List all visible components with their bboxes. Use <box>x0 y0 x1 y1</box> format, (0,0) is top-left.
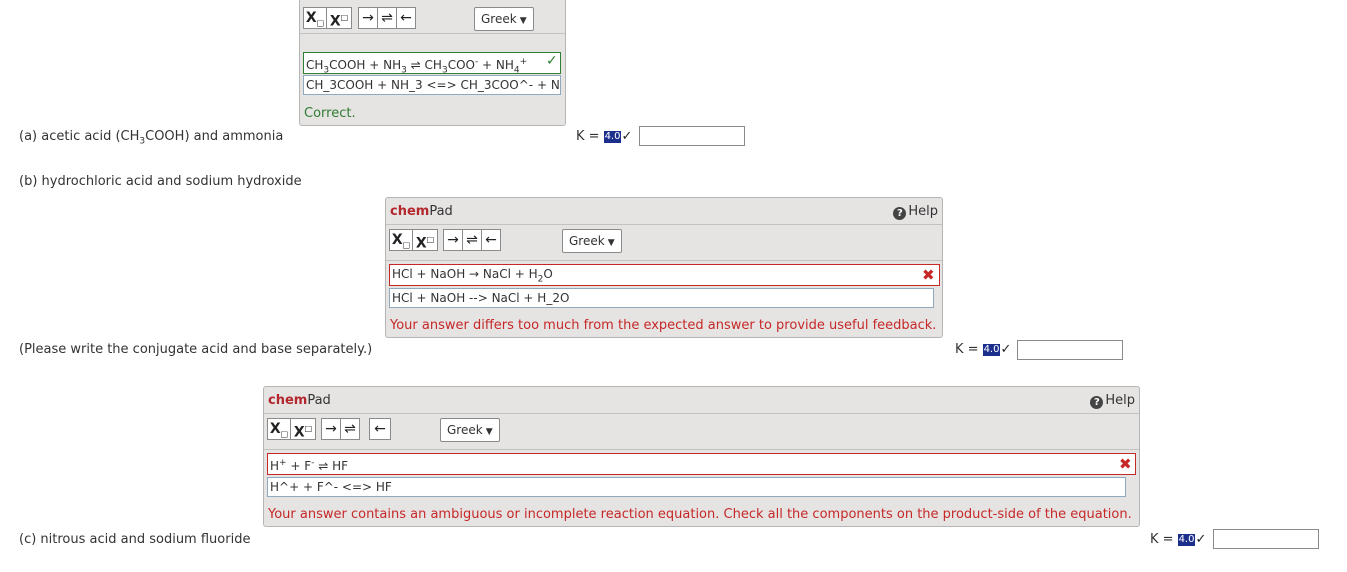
rendered-equation: H+ + F- ⇌ HF <box>267 453 1136 475</box>
chevron-down-icon: ▼ <box>607 238 615 248</box>
subscript-button[interactable]: X□ <box>267 418 291 440</box>
question-b-label: (b) hydrochloric acid and sodium hydroxi… <box>19 174 302 189</box>
feedback-message: Your answer differs too much from the ex… <box>390 318 937 333</box>
k-label-b: K = 4.0✓ <box>955 342 1012 357</box>
question-a-label: (a) acetic acid (CH3COOH) and ammonia <box>19 129 284 147</box>
help-icon: ? <box>1090 396 1104 409</box>
chempad-a-toolbar: X□ X□ → ⇌ ← Greek ▼ <box>300 0 565 34</box>
x-icon: ✖ <box>922 266 935 284</box>
equation-text-field[interactable]: CH_3COOH + NH_3 <=> CH_3COO^- + NH <box>303 75 561 95</box>
superscript-button[interactable]: X□ <box>326 7 352 29</box>
chempad-b: chemPad ? Help X□ X□ → ⇌ ← Greek ▼ HCl + N… <box>385 197 943 338</box>
question-c-label: (c) nitrous acid and sodium fluoride <box>19 532 251 547</box>
greek-dropdown[interactable]: Greek ▼ <box>440 418 500 442</box>
arrow-right-button[interactable]: → <box>443 229 463 251</box>
check-icon: ✓ <box>1195 532 1207 547</box>
k-label-a: K = 4.0✓ <box>576 129 633 144</box>
help-link[interactable]: ? Help <box>1090 393 1135 409</box>
equation-text-field[interactable]: HCl + NaOH --> NaCl + H_2O <box>389 288 934 308</box>
chempad-b-toolbar: X□ X□ → ⇌ ← Greek ▼ <box>386 224 942 261</box>
arrow-equilibrium-button[interactable]: ⇌ <box>462 229 482 251</box>
subscript-button[interactable]: X□ <box>303 7 327 29</box>
sig-figs-badge: 4.0 <box>1177 534 1196 546</box>
chempad-c-header: chemPad ? Help <box>264 387 1139 414</box>
superscript-button[interactable]: X□ <box>290 418 316 440</box>
k-label-c: K = 4.0✓ <box>1150 532 1207 547</box>
check-icon: ✓ <box>546 53 558 69</box>
sig-figs-badge: 4.0 <box>982 344 1001 356</box>
arrow-equilibrium-button[interactable]: ⇌ <box>377 7 397 29</box>
question-note-label: (Please write the conjugate acid and bas… <box>19 342 373 357</box>
chempad-title: chemPad <box>268 393 331 408</box>
feedback-message: Your answer contains an ambiguous or inc… <box>268 507 1132 522</box>
k-input-b[interactable] <box>1017 340 1123 360</box>
chempad-b-header: chemPad ? Help <box>386 198 942 225</box>
chempad-a: X□ X□ → ⇌ ← Greek ▼ CH3COOH + NH3 ⇌ CH3CO… <box>299 0 566 126</box>
equation-text-field[interactable]: H^+ + F^- <=> HF <box>267 477 1126 497</box>
arrow-right-button[interactable]: → <box>358 7 378 29</box>
superscript-button[interactable]: X□ <box>412 229 438 251</box>
k-input-c[interactable] <box>1213 529 1319 549</box>
help-link[interactable]: ? Help <box>893 204 938 220</box>
rendered-equation: CH3COOH + NH3 ⇌ CH3COO- + NH4+ <box>303 52 561 74</box>
chempad-c: chemPad ? Help X□ X□ → ⇌ ← Greek ▼ H+ + F-… <box>263 386 1140 527</box>
feedback-message: Correct. <box>304 106 356 121</box>
k-input-a[interactable] <box>639 126 745 146</box>
arrow-left-button[interactable]: ← <box>369 418 391 440</box>
arrow-right-button[interactable]: → <box>321 418 341 440</box>
check-icon: ✓ <box>621 129 633 144</box>
chevron-down-icon: ▼ <box>485 427 493 437</box>
sig-figs-badge: 4.0 <box>603 131 622 143</box>
x-icon: ✖ <box>1119 455 1132 473</box>
arrow-left-button[interactable]: ← <box>396 7 416 29</box>
greek-dropdown[interactable]: Greek ▼ <box>474 7 534 31</box>
check-icon: ✓ <box>1000 342 1012 357</box>
arrow-left-button[interactable]: ← <box>481 229 501 251</box>
chempad-c-toolbar: X□ X□ → ⇌ ← Greek ▼ <box>264 413 1139 450</box>
chevron-down-icon: ▼ <box>519 16 527 26</box>
rendered-equation: HCl + NaOH → NaCl + H2O <box>389 264 940 286</box>
subscript-button[interactable]: X□ <box>389 229 413 251</box>
arrow-equilibrium-button[interactable]: ⇌ <box>340 418 360 440</box>
help-icon: ? <box>893 207 907 220</box>
chempad-title: chemPad <box>390 204 453 219</box>
greek-dropdown[interactable]: Greek ▼ <box>562 229 622 253</box>
